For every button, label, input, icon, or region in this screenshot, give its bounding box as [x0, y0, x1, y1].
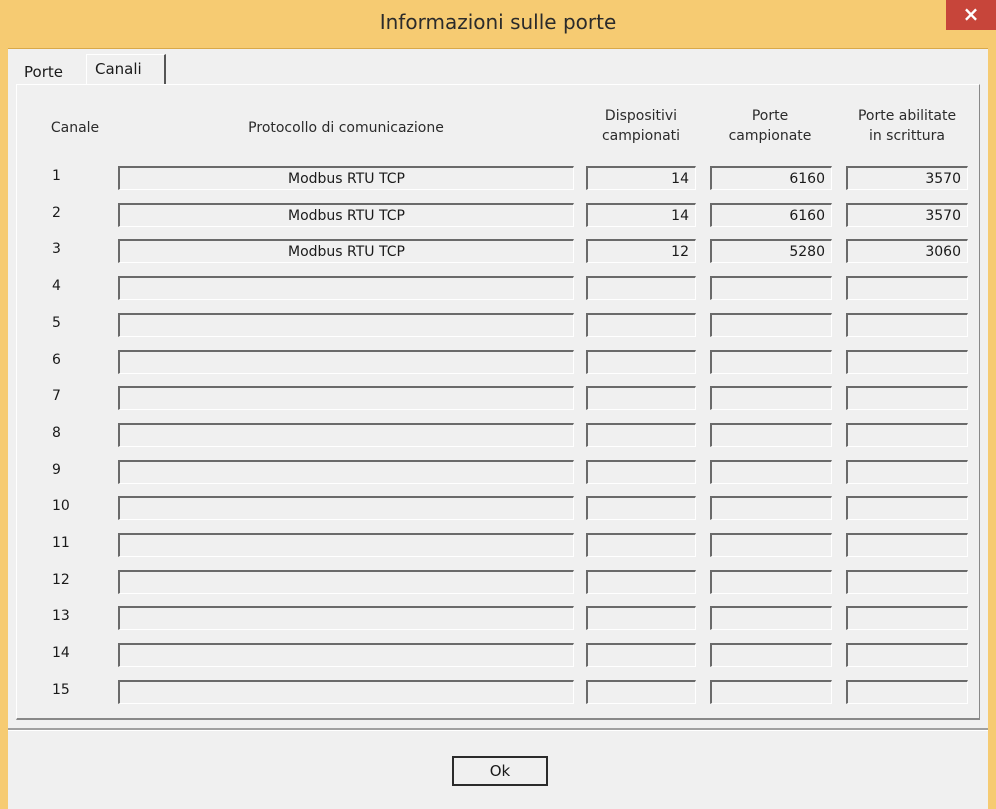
dispositivi-field: [586, 313, 696, 337]
abilitate-field: [846, 496, 968, 520]
header-abilitate-line2: in scrittura: [868, 128, 946, 144]
protocol-field: Modbus RTU TCP: [118, 203, 574, 227]
porte-field: [710, 643, 832, 667]
abilitate-field: [846, 386, 968, 410]
header-canale: Canale: [50, 120, 100, 136]
protocol-field: Modbus RTU TCP: [118, 166, 574, 190]
dispositivi-field: [586, 606, 696, 630]
row-number: 4: [52, 278, 61, 294]
protocol-field: [118, 606, 574, 630]
window-title: Informazioni sulle porte: [379, 10, 617, 34]
protocol-field: [118, 680, 574, 704]
row-number: 1: [52, 168, 61, 184]
title-bar[interactable]: Informazioni sulle porte ×: [0, 0, 996, 49]
header-porte-line1: Porte: [751, 108, 789, 124]
row-number: 5: [52, 315, 61, 331]
header-porte-line2: campionate: [728, 128, 812, 144]
window-frame-right: [988, 48, 996, 809]
protocol-field: Modbus RTU TCP: [118, 239, 574, 263]
abilitate-field: [846, 423, 968, 447]
row-number: 7: [52, 388, 61, 404]
row-number: 11: [52, 535, 70, 551]
porte-field: 6160: [710, 203, 832, 227]
abilitate-field: 3570: [846, 166, 968, 190]
dispositivi-field: 14: [586, 166, 696, 190]
porte-field: [710, 276, 832, 300]
abilitate-field: [846, 570, 968, 594]
protocol-field: [118, 313, 574, 337]
row-number: 10: [52, 498, 70, 514]
abilitate-field: [846, 460, 968, 484]
close-icon[interactable]: ×: [946, 0, 996, 30]
header-abilitate-line1: Porte abilitate: [857, 108, 957, 124]
header-dispositivi-line2: campionati: [601, 128, 681, 144]
row-number: 13: [52, 608, 70, 624]
porte-field: [710, 460, 832, 484]
dispositivi-field: [586, 496, 696, 520]
abilitate-field: [846, 313, 968, 337]
protocol-field: [118, 276, 574, 300]
protocol-field: [118, 350, 574, 374]
header-dispositivi: Dispositivi campionati: [586, 106, 696, 146]
protocol-field: [118, 496, 574, 520]
row-number: 14: [52, 645, 70, 661]
porte-field: [710, 570, 832, 594]
row-number: 6: [52, 352, 61, 368]
header-dispositivi-line1: Dispositivi: [604, 108, 678, 124]
abilitate-field: [846, 350, 968, 374]
porte-field: 6160: [710, 166, 832, 190]
header-porte: Porte campionate: [710, 106, 830, 146]
row-number: 9: [52, 462, 61, 478]
footer-divider: [8, 728, 988, 731]
porte-field: 5280: [710, 239, 832, 263]
dispositivi-field: [586, 680, 696, 704]
dispositivi-field: [586, 460, 696, 484]
porte-field: [710, 533, 832, 557]
porte-field: [710, 680, 832, 704]
ok-button[interactable]: Ok: [452, 756, 548, 786]
row-number: 8: [52, 425, 61, 441]
porte-field: [710, 313, 832, 337]
row-number: 12: [52, 572, 70, 588]
dispositivi-field: 12: [586, 239, 696, 263]
abilitate-field: [846, 606, 968, 630]
protocol-field: [118, 423, 574, 447]
dispositivi-field: [586, 350, 696, 374]
tab-canali[interactable]: Canali: [86, 54, 166, 84]
abilitate-field: [846, 643, 968, 667]
dispositivi-field: [586, 423, 696, 447]
porte-field: [710, 606, 832, 630]
abilitate-field: [846, 533, 968, 557]
porte-field: [710, 386, 832, 410]
dispositivi-field: [586, 643, 696, 667]
abilitate-field: [846, 680, 968, 704]
protocol-field: [118, 533, 574, 557]
abilitate-field: 3570: [846, 203, 968, 227]
abilitate-field: 3060: [846, 239, 968, 263]
dispositivi-field: [586, 533, 696, 557]
abilitate-field: [846, 276, 968, 300]
dispositivi-field: 14: [586, 203, 696, 227]
dispositivi-field: [586, 276, 696, 300]
row-number: 3: [52, 241, 61, 257]
dispositivi-field: [586, 570, 696, 594]
protocol-field: [118, 386, 574, 410]
protocol-field: [118, 643, 574, 667]
protocol-field: [118, 460, 574, 484]
row-number: 15: [52, 682, 70, 698]
header-abilitate: Porte abilitate in scrittura: [842, 106, 972, 146]
protocol-field: [118, 570, 574, 594]
header-protocollo: Protocollo di comunicazione: [248, 120, 444, 136]
porte-field: [710, 423, 832, 447]
dispositivi-field: [586, 386, 696, 410]
porte-field: [710, 350, 832, 374]
window-frame-left: [0, 48, 8, 809]
row-number: 2: [52, 205, 61, 221]
porte-field: [710, 496, 832, 520]
